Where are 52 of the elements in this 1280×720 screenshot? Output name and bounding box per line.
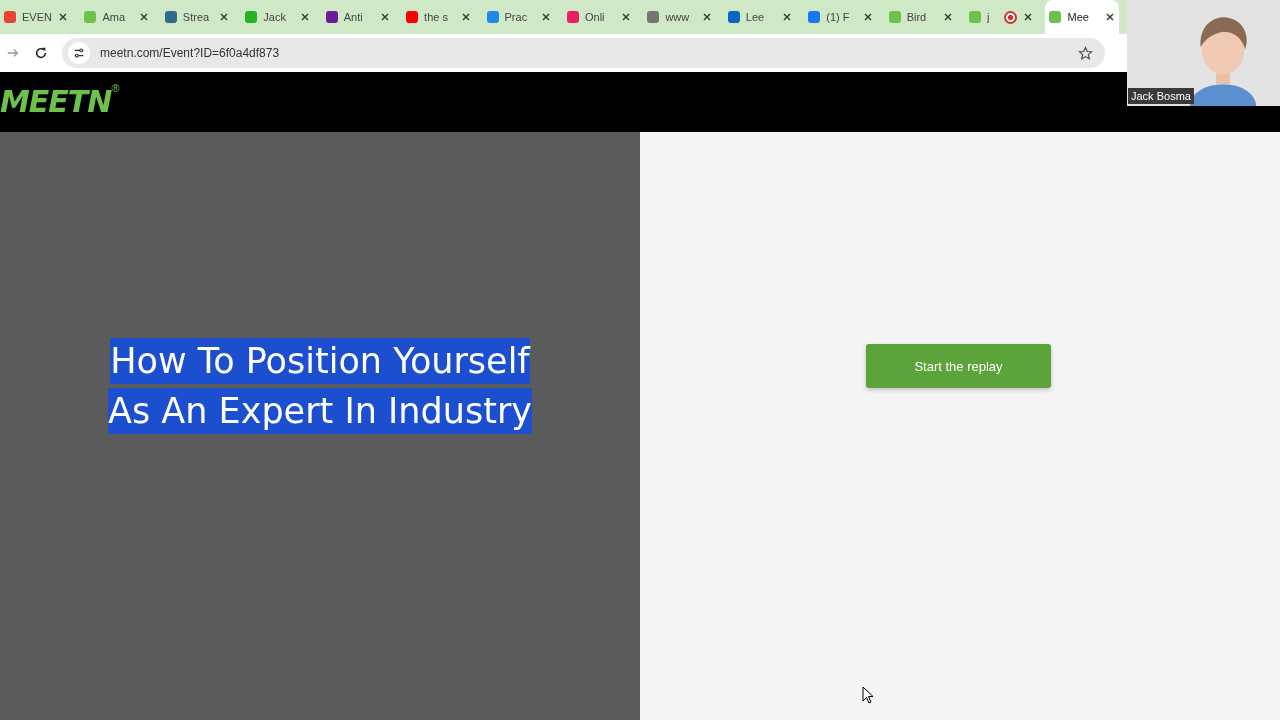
favicon-icon	[727, 11, 740, 23]
address-bar[interactable]: meetn.com/Event?ID=6f0a4df873	[62, 38, 1105, 68]
reload-icon[interactable]	[34, 46, 48, 60]
browser-tab[interactable]: Prac	[482, 0, 555, 34]
close-icon[interactable]	[1104, 12, 1115, 22]
favicon-icon	[325, 11, 338, 23]
site-settings-icon[interactable]	[68, 42, 90, 64]
close-icon[interactable]	[58, 12, 69, 22]
browser-tab[interactable]: Onli	[562, 0, 636, 34]
close-icon[interactable]	[460, 12, 471, 22]
close-icon[interactable]	[862, 12, 873, 22]
participant-name: Jack Bosma	[1128, 88, 1194, 104]
browser-tab[interactable]: j	[965, 0, 1038, 34]
favicon-icon	[245, 11, 258, 23]
browser-tab[interactable]: www	[643, 0, 716, 34]
favicon-icon	[84, 11, 97, 23]
close-icon[interactable]	[943, 12, 954, 22]
close-icon[interactable]	[782, 12, 793, 22]
close-icon[interactable]	[621, 12, 632, 22]
browser-tab[interactable]: Bird	[884, 0, 958, 34]
close-icon[interactable]	[299, 12, 310, 22]
browser-tab[interactable]: Ama	[80, 0, 153, 34]
favicon-icon	[888, 11, 901, 23]
favicon-icon	[647, 11, 660, 23]
browser-tab[interactable]: EVEN	[0, 0, 73, 34]
close-icon[interactable]	[1023, 12, 1034, 22]
bookmark-star-icon[interactable]	[1078, 45, 1093, 61]
favicon-icon	[969, 11, 982, 23]
browser-tab[interactable]: Lee	[723, 0, 797, 34]
favicon-icon	[486, 11, 499, 23]
browser-tab[interactable]: the s	[402, 0, 475, 34]
favicon-icon	[4, 11, 16, 23]
url-text: meetn.com/Event?ID=6f0a4df873	[100, 46, 281, 60]
close-icon[interactable]	[701, 12, 712, 22]
favicon-icon	[164, 11, 177, 23]
favicon-icon	[1049, 11, 1062, 23]
browser-tab[interactable]: (1) F	[804, 0, 877, 34]
browser-tab[interactable]: Anti	[321, 0, 395, 34]
registered-mark: ®	[111, 82, 120, 94]
mouse-pointer-icon	[862, 686, 874, 704]
forward-arrow-icon[interactable]	[6, 46, 20, 60]
close-icon[interactable]	[540, 12, 551, 22]
favicon-icon	[566, 11, 579, 23]
close-icon[interactable]	[380, 12, 391, 22]
browser-tab[interactable]: Strea	[160, 0, 234, 34]
close-icon[interactable]	[138, 12, 149, 22]
close-icon[interactable]	[219, 12, 230, 22]
favicon-icon	[808, 11, 821, 23]
logo-text: MEETN	[0, 84, 112, 119]
browser-tab[interactable]: Jack	[241, 0, 314, 34]
browser-tab[interactable]: Mee	[1045, 0, 1119, 34]
favicon-icon	[406, 11, 419, 23]
